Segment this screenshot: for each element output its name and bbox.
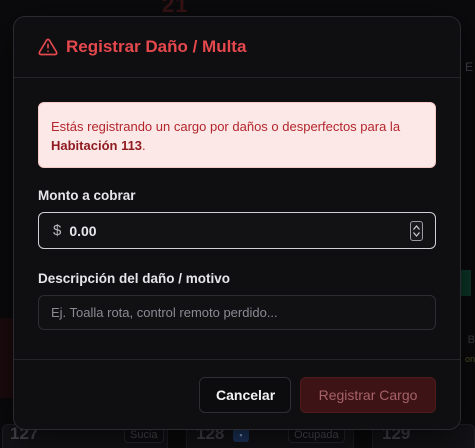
chevron-up-icon[interactable] bbox=[413, 225, 420, 230]
dialog-header: Registrar Daño / Multa bbox=[14, 17, 460, 78]
cancel-button[interactable]: Cancelar bbox=[199, 376, 291, 413]
amount-field[interactable]: $ bbox=[38, 212, 436, 249]
alert-room-name: Habitación 113 bbox=[51, 138, 143, 153]
amount-input[interactable] bbox=[69, 222, 435, 239]
description-label: Descripción del daño / motivo bbox=[38, 271, 231, 286]
background-text-fragment-b: B bbox=[467, 334, 475, 346]
chevron-down-icon[interactable] bbox=[413, 232, 420, 237]
description-input[interactable] bbox=[51, 305, 435, 320]
amount-stepper[interactable] bbox=[410, 221, 423, 241]
background-text-fragment-n: on bbox=[464, 354, 475, 364]
dialog-title: Registrar Daño / Multa bbox=[66, 37, 247, 56]
damage-charge-dialog: Registrar Daño / Multa Estás registrando… bbox=[13, 16, 461, 430]
amount-label: Monto a cobrar bbox=[38, 188, 136, 203]
alert-text: Estás registrando un cargo por daños o d… bbox=[51, 119, 401, 134]
register-charge-button[interactable]: Registrar Cargo bbox=[300, 376, 436, 413]
dialog-body: Estás registrando un cargo por daños o d… bbox=[14, 78, 460, 330]
description-field[interactable] bbox=[38, 295, 436, 330]
room-alert: Estás registrando un cargo por daños o d… bbox=[38, 102, 436, 168]
warning-triangle-icon bbox=[38, 37, 58, 57]
dialog-footer: Cancelar Registrar Cargo bbox=[14, 359, 460, 429]
currency-symbol: $ bbox=[53, 222, 62, 239]
room-type-icon: ▪ bbox=[233, 428, 249, 442]
alert-suffix: . bbox=[142, 138, 146, 153]
background-card-edge bbox=[0, 318, 14, 398]
